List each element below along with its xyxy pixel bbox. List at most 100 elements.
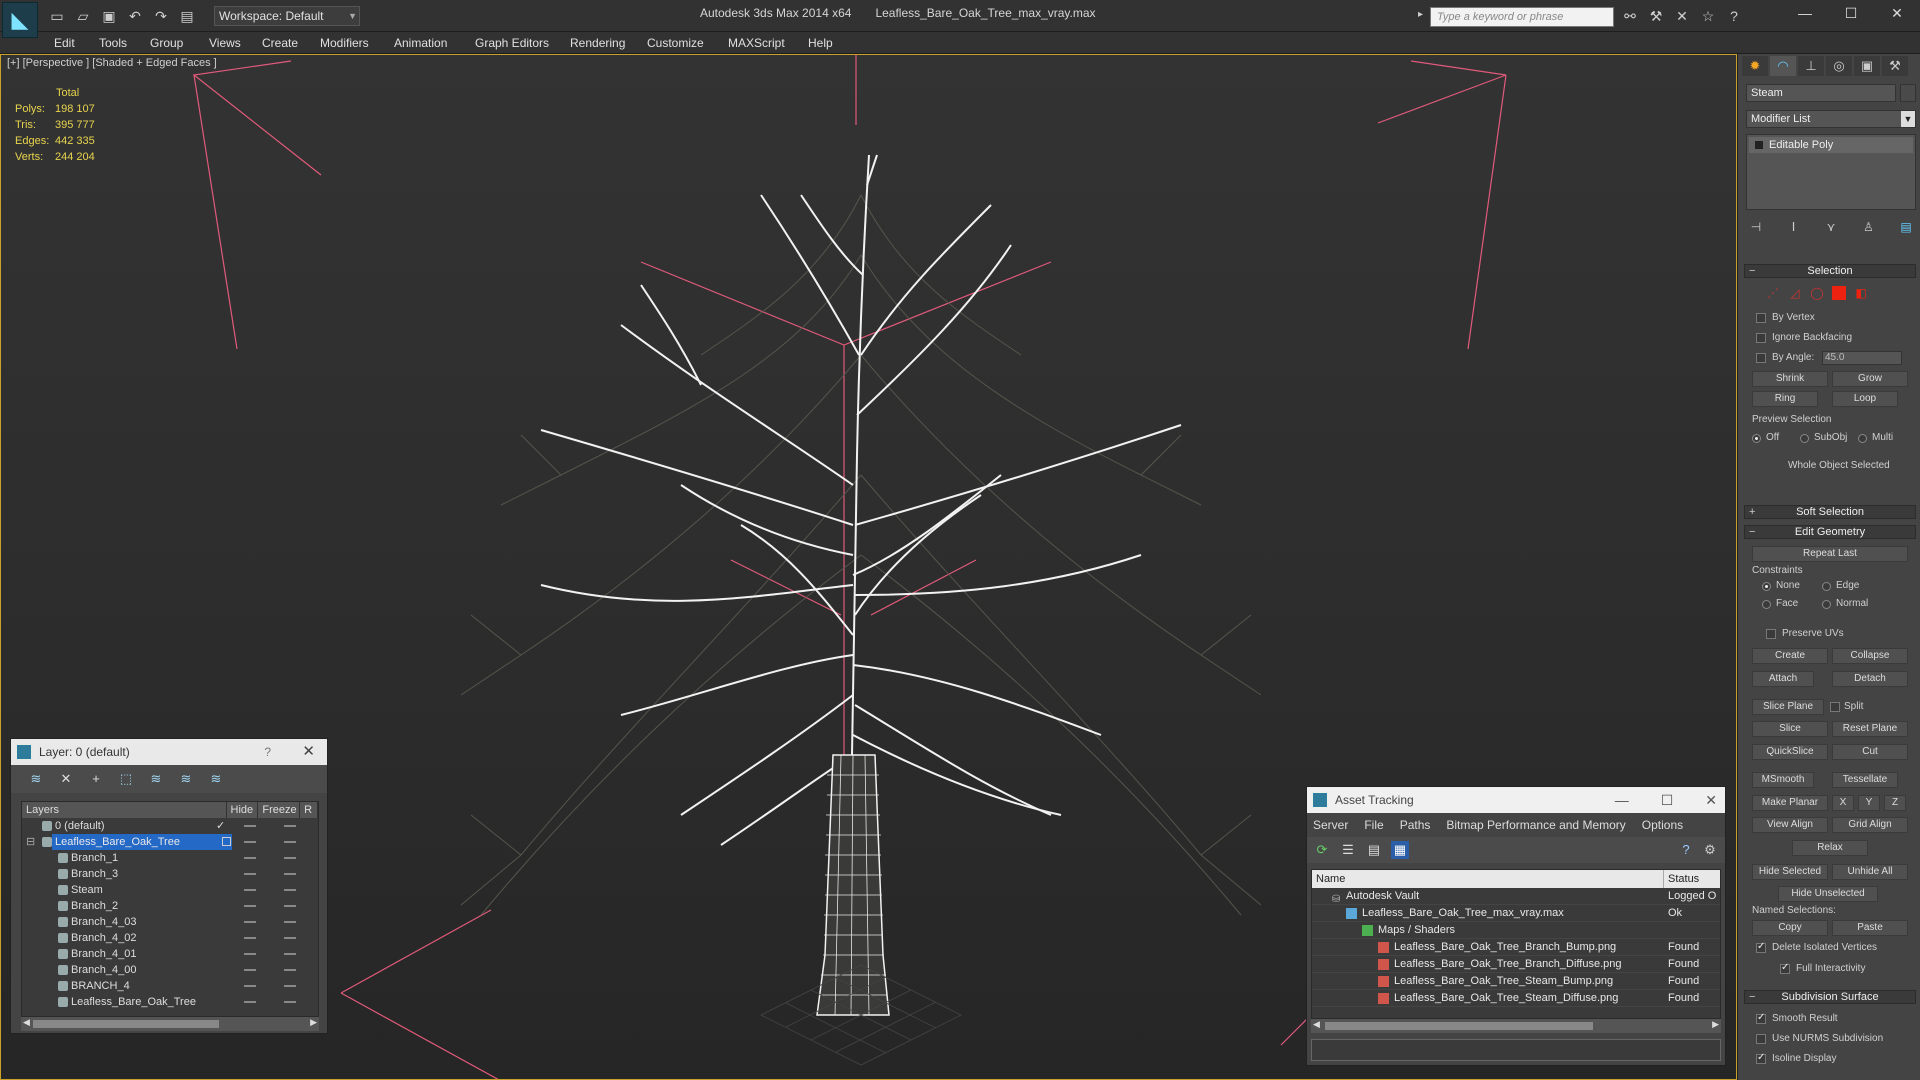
edge-icon[interactable]: ◿ — [1788, 286, 1802, 300]
make-planar-button[interactable]: Make Planar — [1752, 795, 1828, 811]
layer-row[interactable]: ⊟ Leafless_Bare_Oak_Tree — [22, 834, 318, 850]
delete-layer-icon[interactable]: ✕ — [55, 770, 77, 788]
quickslice-button[interactable]: QuickSlice — [1752, 744, 1828, 760]
asset-row[interactable]: Maps / Shaders — [1312, 922, 1720, 939]
freeze-toggle[interactable] — [284, 873, 296, 875]
planar-x-button[interactable]: X — [1832, 795, 1854, 811]
preserve-uvs-checkbox[interactable] — [1766, 629, 1776, 639]
unhide-all-button[interactable]: Unhide All — [1832, 864, 1908, 880]
maximize-icon[interactable]: ☐ — [1828, 0, 1874, 28]
project-folder-icon[interactable]: ▤ — [176, 6, 198, 26]
angle-spinner[interactable]: 45.0 — [1822, 351, 1902, 365]
horizontal-scrollbar[interactable]: ◀ ▶ — [1311, 1019, 1721, 1033]
hide-toggle[interactable] — [244, 937, 256, 939]
hide-toggle[interactable] — [244, 889, 256, 891]
column-header[interactable]: Status — [1664, 870, 1699, 888]
column-header[interactable]: Freeze — [258, 802, 301, 818]
menu-maxscript[interactable]: MAXScript — [728, 36, 785, 50]
motion-tab-icon[interactable]: ◎ — [1826, 56, 1852, 76]
rollout-subdivision-surface[interactable]: − Subdivision Surface — [1744, 990, 1916, 1004]
asset-row[interactable]: Leafless_Bare_Oak_Tree_Branch_Diffuse.pn… — [1312, 956, 1720, 973]
collapse-icon[interactable]: ⊟ — [26, 834, 35, 850]
current-layer-box[interactable] — [222, 837, 231, 846]
shrink-button[interactable]: Shrink — [1752, 371, 1828, 387]
scrollbar-thumb[interactable] — [33, 1020, 219, 1028]
hide-unselected-button[interactable]: Hide Unselected — [1778, 886, 1878, 902]
menu-create[interactable]: Create — [262, 36, 298, 50]
scroll-right-icon[interactable]: ▶ — [1712, 1019, 1719, 1030]
scroll-left-icon[interactable]: ◀ — [1313, 1019, 1320, 1030]
help-icon[interactable]: ? — [1724, 6, 1744, 26]
delete-isolated-checkbox[interactable] — [1756, 941, 1766, 953]
pin-stack-icon[interactable]: ⊣ — [1746, 218, 1766, 236]
configure-sets-icon[interactable]: ▤ — [1896, 218, 1916, 236]
menu-modifiers[interactable]: Modifiers — [320, 36, 369, 50]
layer-row[interactable]: Steam — [22, 882, 318, 898]
freeze-toggle[interactable] — [284, 889, 296, 891]
subscription-icon[interactable]: ⚒ — [1646, 6, 1666, 26]
rollout-edit-geometry[interactable]: − Edit Geometry — [1744, 525, 1916, 539]
layer-row[interactable]: Branch_2 — [22, 898, 318, 914]
relax-button[interactable]: Relax — [1792, 840, 1868, 856]
menu-server[interactable]: Server — [1313, 813, 1348, 837]
asset-row[interactable]: ⛁ Autodesk Vault Logged O — [1312, 888, 1720, 905]
scrollbar-thumb[interactable] — [1325, 1022, 1593, 1030]
menu-tools[interactable]: Tools — [99, 36, 127, 50]
maximize-icon[interactable]: ☐ — [1661, 787, 1674, 813]
polygon-icon[interactable] — [1832, 286, 1846, 300]
create-tab-icon[interactable]: ✹ — [1742, 56, 1768, 76]
open-file-icon[interactable]: ▱ — [72, 6, 94, 26]
column-header[interactable]: Hide — [227, 802, 259, 818]
freeze-toggle[interactable] — [284, 825, 296, 827]
loop-button[interactable]: Loop — [1832, 391, 1898, 407]
minimize-icon[interactable]: — — [1615, 787, 1629, 813]
slice-button[interactable]: Slice — [1752, 721, 1828, 737]
use-nurms-checkbox[interactable] — [1756, 1034, 1766, 1044]
horizontal-scrollbar[interactable]: ◀ ▶ — [21, 1017, 319, 1031]
freeze-toggle[interactable] — [284, 857, 296, 859]
menu-options[interactable]: Options — [1642, 813, 1683, 837]
menu-bitmap-performance[interactable]: Bitmap Performance and Memory — [1446, 813, 1625, 837]
scroll-right-icon[interactable]: ▶ — [310, 1017, 317, 1028]
slice-plane-button[interactable]: Slice Plane — [1752, 699, 1824, 715]
layer-row[interactable]: Branch_4_02 — [22, 930, 318, 946]
add-to-layer-icon[interactable]: + — [85, 770, 107, 788]
freeze-toggle[interactable] — [284, 1001, 296, 1003]
split-checkbox[interactable] — [1830, 702, 1840, 712]
grow-button[interactable]: Grow — [1832, 371, 1908, 387]
hierarchy-tab-icon[interactable]: ⊥ — [1798, 56, 1824, 76]
view-align-button[interactable]: View Align — [1752, 817, 1828, 833]
preview-subobj-radio[interactable] — [1800, 434, 1809, 443]
ignore-backfacing-checkbox[interactable] — [1756, 333, 1766, 343]
search-input[interactable]: Type a keyword or phrase — [1430, 7, 1614, 27]
object-color-swatch[interactable] — [1900, 84, 1916, 102]
reset-plane-button[interactable]: Reset Plane — [1832, 721, 1908, 737]
create-button[interactable]: Create — [1752, 648, 1828, 664]
hide-toggle[interactable] — [244, 921, 256, 923]
freeze-toggle[interactable] — [284, 969, 296, 971]
hide-toggle[interactable] — [244, 857, 256, 859]
help-icon[interactable]: ? — [1677, 841, 1695, 859]
save-file-icon[interactable]: ▣ — [98, 6, 120, 26]
modifier-list-dropdown[interactable]: Modifier List ▼ — [1746, 110, 1916, 128]
make-unique-icon[interactable]: ⋎ — [1821, 218, 1841, 236]
full-interactivity-checkbox[interactable] — [1780, 962, 1790, 974]
minimize-icon[interactable]: — — [1782, 0, 1828, 28]
hide-toggle[interactable] — [244, 825, 256, 827]
undo-icon[interactable]: ↶ — [124, 6, 146, 26]
list-view-icon[interactable]: ☰ — [1339, 841, 1357, 859]
smooth-result-checkbox[interactable] — [1756, 1012, 1766, 1024]
communication-icon[interactable]: ✕ — [1672, 6, 1692, 26]
hide-toggle[interactable] — [244, 953, 256, 955]
layer-row[interactable]: 0 (default) ✓ — [22, 818, 318, 834]
close-icon[interactable]: ✕ — [1874, 0, 1920, 28]
refresh-icon[interactable]: ⟳ — [1313, 841, 1331, 859]
hide-all-icon[interactable]: ≋ — [175, 770, 197, 788]
hide-selected-button[interactable]: Hide Selected — [1752, 864, 1828, 880]
new-file-icon[interactable]: ▭ — [46, 6, 68, 26]
binoculars-icon[interactable]: ⚯ — [1620, 6, 1640, 26]
column-header[interactable]: Name — [1312, 870, 1664, 888]
create-layer-icon[interactable]: ≋ — [25, 770, 47, 788]
freeze-toggle[interactable] — [284, 905, 296, 907]
constraint-edge-radio[interactable] — [1822, 582, 1831, 591]
